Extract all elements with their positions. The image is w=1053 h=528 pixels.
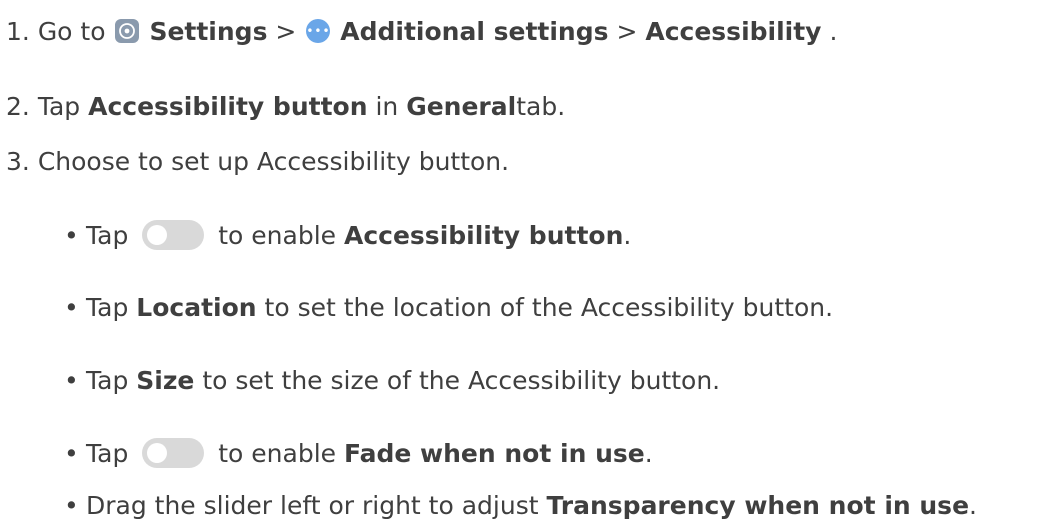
bullet-bold: Accessibility button xyxy=(343,221,624,250)
toggle-off-icon xyxy=(142,220,205,250)
bullet-item: • Drag the slider left or right to adjust… xyxy=(64,486,977,526)
accessibility-button-label: Accessibility button xyxy=(88,92,368,121)
bullet-text: Tap xyxy=(86,366,129,395)
accessibility-label: Accessibility xyxy=(645,17,822,46)
step-text: in xyxy=(375,92,399,121)
period: . xyxy=(644,439,653,468)
bullet-item: • Tap Size to set the size of the Accessi… xyxy=(64,361,720,401)
settings-label: Settings xyxy=(149,17,268,46)
step-number: 1. xyxy=(6,17,30,46)
transparency-label: Transparency when not in use xyxy=(546,491,970,520)
settings-icon xyxy=(115,19,140,43)
additional-settings-label: Additional settings xyxy=(340,17,609,46)
bullet-text: to enable xyxy=(218,439,337,468)
step-text: Choose to set up Accessibility button. xyxy=(37,147,510,176)
bullet-mark: • xyxy=(64,293,79,322)
step-number: 3. xyxy=(6,147,30,176)
bullet-mark: • xyxy=(64,221,79,250)
period: . xyxy=(829,17,838,46)
toggle-off-icon xyxy=(142,438,205,468)
bullet-item: • Tap Location to set the location of the… xyxy=(64,288,833,328)
bullet-text: to enable xyxy=(218,221,337,250)
step-1: 1. Go to Settings > ••• Additional setti… xyxy=(6,12,837,52)
period: . xyxy=(969,491,977,520)
separator: > xyxy=(616,17,638,46)
step-3: 3. Choose to set up Accessibility button… xyxy=(6,142,509,182)
size-label: Size xyxy=(136,366,195,395)
step-text: Go to xyxy=(37,17,106,46)
bullet-mark: • xyxy=(64,439,79,468)
step-text: Tap xyxy=(37,92,81,121)
general-tab-label: General xyxy=(406,92,517,121)
bullet-item: • Tap to enable Accessibility button. xyxy=(64,216,631,256)
more-icon: ••• xyxy=(306,19,331,43)
bullet-item: • Tap to enable Fade when not in use. xyxy=(64,434,653,474)
step-number: 2. xyxy=(6,92,30,121)
bullet-mark: • xyxy=(64,366,79,395)
separator: > xyxy=(275,17,297,46)
bullet-text: Tap xyxy=(86,293,129,322)
bullet-text: Tap xyxy=(86,439,129,468)
bullet-mark: • xyxy=(64,491,79,520)
bullet-text: to set the location of the Accessibility… xyxy=(264,293,834,322)
step-2: 2. Tap Accessibility button in Generalta… xyxy=(6,87,565,127)
step-text: tab. xyxy=(516,92,566,121)
bullet-bold: Fade when not in use xyxy=(343,439,645,468)
bullet-text: Tap xyxy=(86,221,129,250)
bullet-text: to set the size of the Accessibility but… xyxy=(202,366,721,395)
location-label: Location xyxy=(136,293,257,322)
period: . xyxy=(623,221,632,250)
bullet-text: Drag the slider left or right to adjust xyxy=(86,491,539,520)
